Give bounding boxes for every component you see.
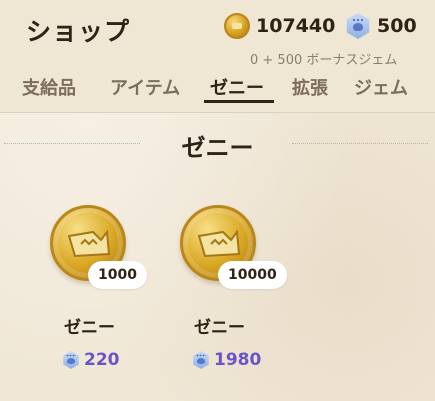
tab-gems[interactable]: ジェム xyxy=(354,74,408,100)
gem-balance-value: 500 xyxy=(377,15,417,37)
tab-expansion[interactable]: 拡張 xyxy=(292,74,328,100)
tab-zeny[interactable]: ゼニー xyxy=(210,74,264,100)
shop-tabs: 支給品 アイテム ゼニー 拡張 ジェム xyxy=(0,74,435,110)
gem-paw-icon xyxy=(346,13,370,39)
header-divider xyxy=(0,112,435,113)
section-title: ゼニー xyxy=(181,134,254,162)
zeny-balance-value: 107440 xyxy=(256,15,336,37)
section-divider-right xyxy=(292,143,428,144)
pack-price-value: 220 xyxy=(84,350,120,370)
zeny-pack-10000[interactable]: 10000 ゼニー 1980 xyxy=(170,205,290,385)
pack-amount-badge: 1000 xyxy=(88,261,147,289)
page-title: ショップ xyxy=(26,17,131,46)
zeny-balance: 107440 xyxy=(224,13,335,39)
pack-price-value: 1980 xyxy=(214,350,262,370)
gem-paw-icon xyxy=(193,351,209,369)
active-tab-indicator xyxy=(204,100,274,103)
shop-header: ショップ 107440 500 0 + 500 ボーナスジェム 支給品 アイテム… xyxy=(0,0,435,112)
pack-amount-badge: 10000 xyxy=(218,261,287,289)
tab-supplies[interactable]: 支給品 xyxy=(22,74,76,100)
pack-name: ゼニー xyxy=(194,318,245,338)
zeny-pack-1000[interactable]: 1000 ゼニー 220 xyxy=(40,205,160,385)
pack-price: 1980 xyxy=(192,350,261,370)
pack-price: 220 xyxy=(62,350,120,370)
bonus-gem-text: 0 + 500 ボーナスジェム xyxy=(250,53,398,68)
gem-paw-icon xyxy=(63,351,79,369)
gem-balance: 500 xyxy=(345,13,417,39)
pack-name: ゼニー xyxy=(64,318,115,338)
tab-items[interactable]: アイテム xyxy=(110,74,180,100)
zeny-coin-icon xyxy=(224,13,250,39)
